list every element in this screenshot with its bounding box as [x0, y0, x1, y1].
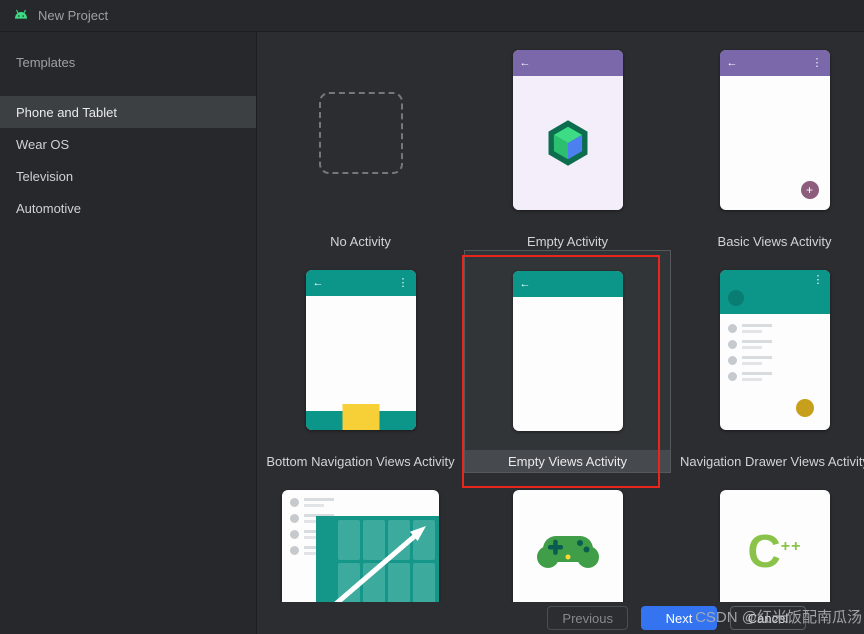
sidebar-item-phone-and-tablet[interactable]: Phone and Tablet — [0, 96, 256, 128]
sidebar-item-automotive[interactable]: Automotive — [0, 192, 256, 224]
fab-icon — [795, 399, 814, 417]
template-card-basic-views-activity[interactable]: ← ⋮ + Basic Views Activity — [671, 50, 864, 270]
sidebar-list: Phone and Tablet Wear OS Television Auto… — [0, 96, 256, 224]
drawer-menu-items — [720, 314, 830, 381]
preview-appbar: ← ⋮ — [305, 270, 416, 296]
no-activity-placeholder — [318, 92, 403, 174]
responsive-preview — [282, 490, 439, 602]
back-arrow-icon: ← — [312, 276, 324, 289]
footer: Previous Next Cancel — [257, 602, 864, 634]
bottom-nav-selected-tab — [342, 404, 379, 430]
bottom-nav-preview: ← ⋮ — [305, 270, 416, 430]
preview-appbar: ⋮ — [719, 270, 830, 314]
sidebar-header: Templates — [16, 55, 76, 70]
sidebar-item-label: Phone and Tablet — [16, 104, 117, 120]
preview-body — [305, 296, 416, 430]
template-card-responsive-views[interactable] — [257, 490, 464, 602]
preview-appbar: ← — [512, 50, 623, 76]
preview-appbar: ← ⋮ — [719, 50, 830, 76]
list-item — [727, 356, 830, 365]
template-card-empty-views-activity-selected[interactable]: ← Empty Views Activity — [464, 250, 671, 473]
gamepad-icon — [535, 530, 601, 602]
template-card-bottom-navigation-views-activity[interactable]: ← ⋮ Bottom Navigation Views Activity — [257, 270, 464, 490]
cancel-button[interactable]: Cancel — [730, 606, 806, 630]
template-label: Empty Activity — [527, 234, 608, 249]
template-card-native-cpp[interactable]: C++ — [671, 490, 864, 602]
list-item — [727, 340, 830, 349]
preview-appbar: ← — [512, 271, 623, 297]
game-activity-preview — [512, 490, 623, 602]
avatar — [727, 290, 744, 306]
new-project-window: New Project Templates Phone and Tablet W… — [0, 0, 864, 634]
preview-body — [513, 297, 623, 431]
navigation-drawer-preview: ⋮ — [719, 270, 830, 430]
kebab-menu-icon: ⋮ — [812, 274, 824, 286]
compose-logo-icon — [542, 117, 594, 169]
list-item — [290, 498, 439, 507]
window-title: New Project — [38, 8, 109, 23]
template-card-no-activity[interactable]: No Activity — [257, 50, 464, 270]
template-label: Basic Views Activity — [717, 234, 832, 249]
basic-views-preview: ← ⋮ + — [719, 50, 830, 210]
sidebar-item-label: Automotive — [16, 200, 82, 216]
template-gallery: No Activity ← Empty Activity ← ⋮ + Basic… — [257, 32, 864, 602]
list-item — [727, 324, 830, 333]
list-item — [727, 372, 830, 381]
sidebar: Templates Phone and Tablet Wear OS Telev… — [0, 32, 257, 634]
titlebar: New Project — [0, 0, 864, 32]
android-icon — [13, 8, 29, 24]
template-label: No Activity — [330, 234, 391, 249]
preview-body: + — [720, 76, 830, 210]
back-arrow-icon: ← — [726, 56, 738, 69]
native-cpp-preview: C++ — [719, 490, 830, 602]
fab-plus-icon: + — [800, 181, 819, 199]
empty-activity-preview: ← — [512, 50, 623, 210]
next-button[interactable]: Next — [641, 606, 717, 630]
sidebar-item-label: Wear OS — [16, 136, 70, 152]
back-arrow-icon: ← — [519, 56, 531, 69]
template-card-game-activity[interactable] — [464, 490, 671, 602]
back-arrow-icon: ← — [519, 277, 531, 290]
template-label-selected: Empty Views Activity — [465, 450, 670, 472]
template-card-navigation-drawer-views-activity[interactable]: ⋮ Navigation Drawer Views Activity — [671, 270, 864, 490]
preview-body — [512, 76, 623, 210]
template-label: Navigation Drawer Views Activity — [679, 454, 864, 469]
template-label: Bottom Navigation Views Activity — [266, 454, 455, 469]
kebab-menu-icon: ⋮ — [397, 276, 409, 289]
sidebar-item-wear-os[interactable]: Wear OS — [0, 128, 256, 160]
template-card-empty-activity[interactable]: ← Empty Activity — [464, 50, 671, 270]
empty-views-preview: ← — [512, 271, 623, 431]
previous-button[interactable]: Previous — [547, 606, 628, 630]
dashboard-grid — [316, 516, 439, 602]
kebab-menu-icon: ⋮ — [811, 56, 823, 69]
sidebar-item-television[interactable]: Television — [0, 160, 256, 192]
cpp-logo-icon: C++ — [747, 525, 802, 577]
sidebar-item-label: Television — [16, 168, 74, 184]
